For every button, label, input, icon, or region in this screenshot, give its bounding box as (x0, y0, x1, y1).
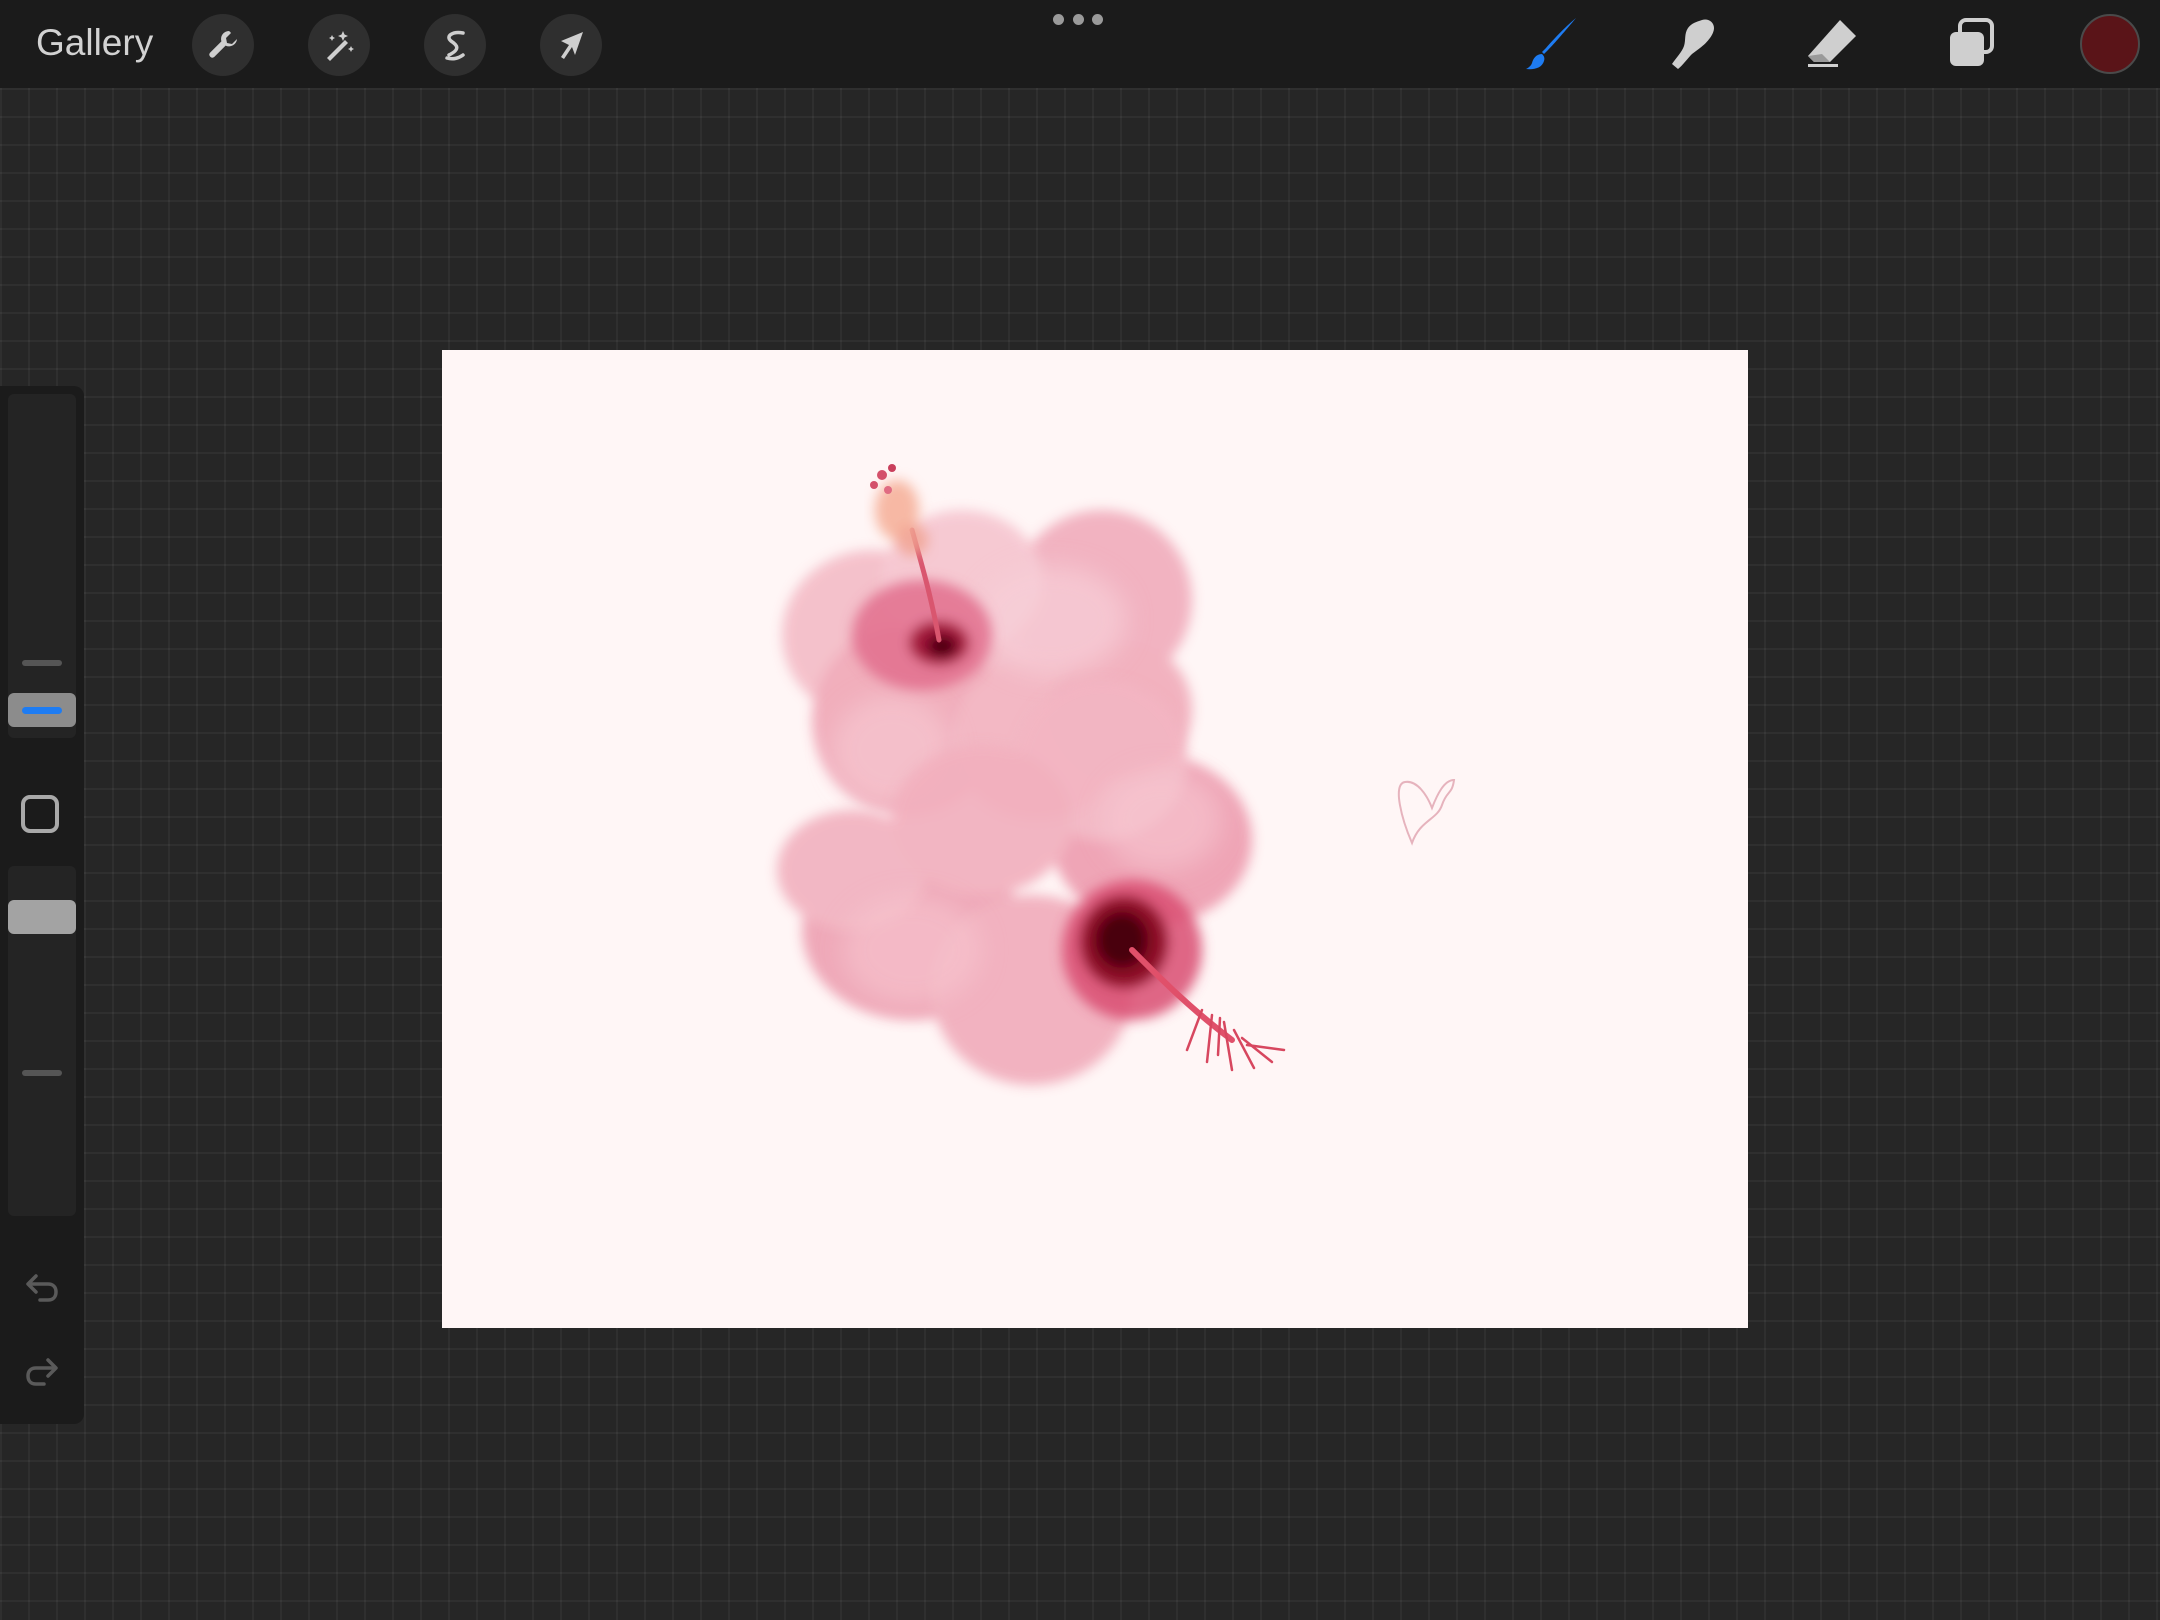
color-picker-button[interactable] (2080, 14, 2140, 74)
left-sidebar (0, 386, 84, 1424)
transform-button[interactable] (540, 14, 602, 76)
selection-s-icon (445, 30, 465, 61)
drawing-canvas[interactable] (442, 350, 1748, 1328)
top-toolbar: Gallery (0, 0, 2160, 88)
brush-size-slider[interactable] (8, 394, 76, 738)
actions-button[interactable] (192, 14, 254, 76)
redo-button[interactable] (20, 1350, 64, 1394)
size-indicator (22, 706, 62, 714)
magic-wand-icon (327, 31, 354, 61)
layers-button[interactable] (1940, 12, 2004, 76)
arrow-cursor-icon (561, 32, 583, 59)
layers-icon (1950, 18, 1994, 66)
selection-button[interactable] (424, 14, 486, 76)
eraser-tool-button[interactable] (1800, 12, 1864, 76)
eraser-icon (1808, 20, 1856, 67)
hibiscus-artwork (777, 464, 1456, 1085)
brush-icon (1526, 18, 1576, 70)
more-menu-button[interactable] (1053, 12, 1103, 26)
smudge-tool-button[interactable] (1660, 12, 1724, 76)
opacity-slider-handle[interactable] (8, 900, 76, 934)
gallery-button[interactable]: Gallery (36, 19, 153, 67)
undo-arrow-icon (26, 1274, 58, 1302)
wrench-icon (209, 31, 237, 58)
heart-doodle (1397, 778, 1456, 846)
opacity-slider-tick (22, 1070, 62, 1076)
smudge-finger-icon (1672, 19, 1714, 69)
brush-tool-button[interactable] (1520, 12, 1584, 76)
square-outline-icon[interactable] (21, 795, 59, 833)
size-slider-handle[interactable] (8, 693, 76, 727)
adjustments-button[interactable] (308, 14, 370, 76)
size-slider-tick (22, 660, 62, 666)
ellipsis-icon (1053, 13, 1064, 25)
undo-button[interactable] (20, 1266, 64, 1310)
redo-arrow-icon (26, 1358, 58, 1386)
